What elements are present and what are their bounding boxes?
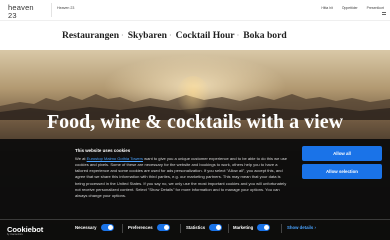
- main-nav-restaurant[interactable]: Restaurangen: [62, 30, 119, 41]
- show-details-link[interactable]: Show details ›: [287, 225, 316, 230]
- logo-wordmark: heaven 23: [8, 3, 34, 20]
- header-divider: [51, 3, 52, 17]
- main-nav-skybar[interactable]: Skybaren: [128, 30, 167, 41]
- chevron-right-icon: ›: [314, 225, 316, 230]
- category-divider: [122, 224, 123, 233]
- nav-link-opening-hours[interactable]: Öppettider: [342, 6, 358, 10]
- cookie-consent-banner: This website uses cookies We at Eurostop…: [0, 139, 390, 240]
- cookie-controls-bar: Cookiebot by Usercentrics Necessary Pref…: [0, 219, 390, 240]
- allow-selection-button[interactable]: Allow selection: [302, 164, 382, 179]
- nav-separator: ·: [168, 31, 172, 40]
- nav-separator: ·: [236, 31, 240, 40]
- cookie-banner-text: We at Eurostop Malmo Gothia Towers want …: [75, 156, 287, 198]
- allow-all-button[interactable]: Allow all: [302, 146, 382, 161]
- show-details-label: Show details: [287, 225, 314, 230]
- header-title: Heaven 23: [57, 6, 75, 10]
- main-nav-book-table[interactable]: Boka bord: [243, 30, 286, 41]
- company-link[interactable]: Eurostop Malmo Gothia Towers: [87, 156, 143, 161]
- category-label: Necessary: [75, 225, 97, 230]
- nav-separator: ·: [121, 31, 124, 40]
- statistics-toggle[interactable]: [209, 224, 223, 231]
- category-label: Marketing: [233, 225, 254, 230]
- category-marketing: Marketing: [233, 224, 271, 231]
- preferences-toggle[interactable]: [156, 224, 170, 231]
- category-label: Preferences: [128, 225, 153, 230]
- category-necessary: Necessary: [75, 224, 114, 231]
- category-label: Statistics: [186, 225, 206, 230]
- cookiebot-logo-subtitle: by Usercentrics: [7, 233, 23, 236]
- category-divider: [281, 224, 282, 233]
- hero-heading: Food, wine & cocktails with a view: [46, 111, 344, 133]
- utility-nav: Hitta hit Öppettider Presentkort: [321, 6, 384, 10]
- cookie-banner-title: This website uses cookies: [75, 148, 131, 153]
- top-header: heaven 23 RESTAURANT & BAR Heaven 23 Hit…: [0, 0, 390, 23]
- main-navigation: Restaurangen · Skybaren · Cocktail Hour …: [0, 20, 390, 50]
- category-divider: [180, 224, 181, 233]
- necessary-toggle[interactable]: [100, 224, 114, 231]
- marketing-toggle[interactable]: [257, 224, 271, 231]
- cookie-text-body: want to give you a unique customer exper…: [75, 156, 287, 198]
- nav-link-gift-cards[interactable]: Presentkort: [367, 6, 384, 10]
- main-nav-cocktail-hour[interactable]: Cocktail Hour: [176, 30, 235, 41]
- category-statistics: Statistics: [186, 224, 223, 231]
- cookie-text-intro: We at: [75, 156, 87, 161]
- menu-icon[interactable]: [382, 12, 386, 15]
- nav-link-directions[interactable]: Hitta hit: [321, 6, 333, 10]
- category-divider: [228, 224, 229, 233]
- category-preferences: Preferences: [128, 224, 170, 231]
